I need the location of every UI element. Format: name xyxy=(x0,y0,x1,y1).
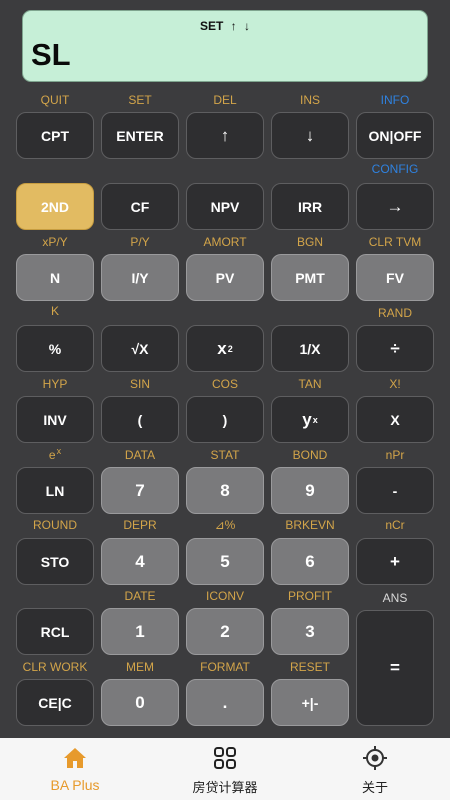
second-label-exp: ex xyxy=(12,446,98,462)
second-label-quit: QUIT xyxy=(40,93,70,107)
tab-mortgage-calculator[interactable]: 房贷计算器 xyxy=(150,738,300,800)
keypad: QUIT SET DEL INS INFO CPT ENTER ↑ ↓ ON|O… xyxy=(0,0,450,738)
digit-3-button[interactable]: 3 xyxy=(271,608,349,655)
reciprocal-button[interactable]: 1/X xyxy=(271,325,349,372)
exp-base: e xyxy=(48,448,56,462)
second-label-round: ROUND xyxy=(33,518,77,532)
digit-1-button[interactable]: 1 xyxy=(101,608,179,655)
second-label-del: DEL xyxy=(213,93,237,107)
second-label-delta-percent: ⊿% xyxy=(214,518,236,532)
pv-button[interactable]: PV xyxy=(186,254,264,301)
second-label-clr-work: CLR WORK xyxy=(22,660,88,674)
tab-label: 关于 xyxy=(361,780,388,795)
on-off-button[interactable]: ON|OFF xyxy=(356,112,434,159)
tab-label: BA Plus xyxy=(50,777,100,793)
second-label-format: FORMAT xyxy=(200,660,250,674)
multiply-button[interactable]: X xyxy=(356,396,434,443)
second-label-ans: ANS xyxy=(382,591,408,605)
sqrt-button[interactable]: √X xyxy=(101,325,179,372)
up-arrow-button[interactable]: ↑ xyxy=(186,112,264,159)
down-arrow-button[interactable]: ↓ xyxy=(271,112,349,159)
second-label-iconv: ICONV xyxy=(205,589,244,603)
square-button[interactable]: x2 xyxy=(186,325,264,372)
second-label-tan: TAN xyxy=(298,377,322,391)
square-base: x xyxy=(217,338,227,358)
clear-entry-button[interactable]: CE|C xyxy=(16,679,94,726)
second-label-clr-tvm: CLR TVM xyxy=(368,235,422,249)
equals-button[interactable]: = xyxy=(356,610,434,726)
sto-button[interactable]: STO xyxy=(16,538,94,585)
second-label-stat: STAT xyxy=(210,448,240,462)
tab-about[interactable]: 关于 xyxy=(300,738,450,800)
second-label-factorial: X! xyxy=(389,377,401,391)
cpt-button[interactable]: CPT xyxy=(16,112,94,159)
power-exponent: x xyxy=(312,414,318,425)
digit-9-button[interactable]: 9 xyxy=(271,467,349,514)
digit-4-button[interactable]: 4 xyxy=(101,538,179,585)
second-label-bond: BOND xyxy=(292,448,328,462)
power-button[interactable]: yx xyxy=(271,396,349,443)
pmt-button[interactable]: PMT xyxy=(271,254,349,301)
open-paren-button[interactable]: ( xyxy=(101,396,179,443)
n-button[interactable]: N xyxy=(16,254,94,301)
target-icon xyxy=(363,746,387,770)
digit-6-button[interactable]: 6 xyxy=(271,538,349,585)
second-label-amort: AMORT xyxy=(203,235,247,249)
home-icon xyxy=(64,748,86,768)
second-label-set: SET xyxy=(128,93,152,107)
plus-button[interactable]: + xyxy=(356,538,434,585)
grid-icon xyxy=(214,747,236,769)
inv-button[interactable]: INV xyxy=(16,396,94,443)
close-paren-button[interactable]: ) xyxy=(186,396,264,443)
second-function-button[interactable]: 2ND xyxy=(16,183,94,230)
digit-0-button[interactable]: 0 xyxy=(101,679,179,726)
second-label-brkevn: BRKEVN xyxy=(285,518,335,532)
digit-5-button[interactable]: 5 xyxy=(186,538,264,585)
rand-label: RAND xyxy=(377,306,412,320)
second-label-ins: INS xyxy=(299,93,320,107)
enter-button[interactable]: ENTER xyxy=(101,112,179,159)
npv-button[interactable]: NPV xyxy=(186,183,264,230)
second-label-hyp: HYP xyxy=(42,377,68,391)
config-label: CONFIG xyxy=(371,162,419,176)
digit-8-button[interactable]: 8 xyxy=(186,467,264,514)
second-label-bgn: BGN xyxy=(296,235,323,249)
second-label-depr: DEPR xyxy=(123,518,157,532)
second-label-cos: COS xyxy=(211,377,238,391)
iy-button[interactable]: I/Y xyxy=(101,254,179,301)
exp-power: x xyxy=(56,446,62,456)
second-label-mem: MEM xyxy=(126,660,154,674)
bottom-tab-bar: BA Plus 房贷计算器 关于 xyxy=(0,738,450,800)
second-label-py: P/Y xyxy=(130,235,150,249)
tab-label: 房贷计算器 xyxy=(192,780,258,795)
second-label-ncr: nCr xyxy=(385,518,405,532)
k-label: K xyxy=(50,304,59,318)
sign-toggle-button[interactable]: +|- xyxy=(271,679,349,726)
cf-button[interactable]: CF xyxy=(101,183,179,230)
second-label-info: INFO xyxy=(380,93,410,107)
irr-button[interactable]: IRR xyxy=(271,183,349,230)
minus-button[interactable]: - xyxy=(356,467,434,514)
decimal-button[interactable]: . xyxy=(186,679,264,726)
percent-button[interactable]: % xyxy=(16,325,94,372)
right-arrow-button[interactable]: → xyxy=(356,183,434,230)
power-base: y xyxy=(302,409,312,429)
rcl-button[interactable]: RCL xyxy=(16,608,94,655)
square-exponent: 2 xyxy=(227,343,233,354)
second-label-data: DATA xyxy=(124,448,156,462)
tab-ba-plus[interactable]: BA Plus xyxy=(0,738,150,800)
fv-button[interactable]: FV xyxy=(356,254,434,301)
second-label-date: DATE xyxy=(124,589,156,603)
digit-7-button[interactable]: 7 xyxy=(101,467,179,514)
second-label-sin: SIN xyxy=(129,377,150,391)
second-label-reset: RESET xyxy=(289,660,330,674)
ln-button[interactable]: LN xyxy=(16,467,94,514)
divide-button[interactable]: ÷ xyxy=(356,325,434,372)
second-label-npr: nPr xyxy=(385,448,405,462)
second-label-profit: PROFIT xyxy=(288,589,332,603)
second-label-xpy: xP/Y xyxy=(42,235,68,249)
digit-2-button[interactable]: 2 xyxy=(186,608,264,655)
